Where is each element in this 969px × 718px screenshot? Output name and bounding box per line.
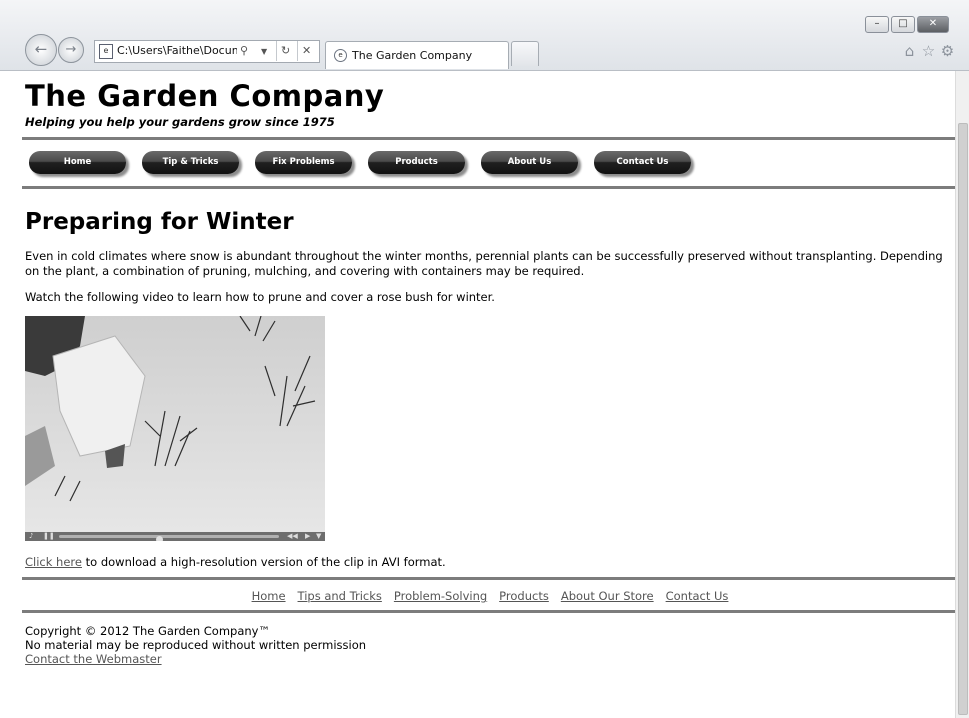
dropdown-icon[interactable]: ▼ <box>261 42 267 62</box>
tab-label: The Garden Company <box>352 49 473 62</box>
video-intro-paragraph: Watch the following video to learn how t… <box>25 290 495 304</box>
webmaster-link[interactable]: Contact the Webmaster <box>25 652 955 666</box>
nav-divider <box>22 186 955 189</box>
menu-icon[interactable]: ▼ <box>316 532 321 541</box>
window-controls: – □ ✕ <box>863 16 949 33</box>
copyright-text: Copyright © 2012 The Garden Company™ <box>25 624 270 638</box>
tab-page-icon: e <box>334 49 347 62</box>
minimize-button[interactable]: – <box>865 16 889 33</box>
favorites-icon[interactable]: ☆ <box>919 42 938 60</box>
video-seek-bar[interactable] <box>59 535 279 541</box>
page-content: The Garden Company Helping you help your… <box>0 71 955 718</box>
address-bar[interactable]: e C:\Users\Faithe\Docum ⚲ ▼ ↻ ✕ <box>94 40 320 63</box>
scrollbar-thumb[interactable] <box>958 123 968 715</box>
volume-icon[interactable]: ♪ <box>29 532 33 541</box>
reproduction-notice: No material may be reproduced without wr… <box>25 638 367 652</box>
browser-chrome: – □ ✕ ← → e C:\Users\Faithe\Docum ⚲ ▼ ↻ … <box>0 0 969 71</box>
refresh-icon[interactable]: ↻ <box>276 41 290 61</box>
tab-the-garden-company[interactable]: e The Garden Company <box>325 41 509 69</box>
page-heading: Preparing for Winter <box>25 209 294 235</box>
nav-products-button[interactable]: Products <box>368 151 465 174</box>
footer-link-tips[interactable]: Tips and Tricks <box>298 589 382 603</box>
stop-icon[interactable]: ✕ <box>297 41 311 61</box>
download-link[interactable]: Click here <box>25 555 82 569</box>
forward-icon[interactable]: → <box>58 37 84 63</box>
back-icon[interactable]: ← <box>25 34 57 66</box>
copyright-block: Copyright © 2012 The Garden Company™ No … <box>25 624 955 666</box>
download-text: to download a high-resolution version of… <box>81 555 446 569</box>
main-nav: Home Tip & Tricks Fix Problems Products … <box>25 140 955 186</box>
footer-nav: Home Tips and Tricks Problem-Solving Pro… <box>25 580 955 610</box>
footer-link-products[interactable]: Products <box>499 589 549 603</box>
search-icon[interactable]: ⚲ <box>240 41 248 61</box>
new-tab-button[interactable] <box>511 41 539 66</box>
footer-divider-bottom <box>22 610 955 613</box>
nav-tips-button[interactable]: Tip & Tricks <box>142 151 239 174</box>
intro-paragraph: Even in cold climates where snow is abun… <box>25 249 943 278</box>
close-button[interactable]: ✕ <box>917 16 949 33</box>
vertical-scrollbar[interactable] <box>955 71 969 718</box>
forward-icon[interactable]: ▶ <box>305 532 310 541</box>
download-line: Click here to download a high-resolution… <box>25 555 955 569</box>
maximize-button[interactable]: □ <box>891 16 915 33</box>
video-player[interactable]: ♪ ❚❚ ◀◀ ▶ ▼ <box>25 316 325 541</box>
footer-link-about[interactable]: About Our Store <box>561 589 654 603</box>
footer-link-problem-solving[interactable]: Problem-Solving <box>394 589 487 603</box>
nav-contact-button[interactable]: Contact Us <box>594 151 691 174</box>
seek-handle[interactable] <box>156 536 163 541</box>
nav-fix-problems-button[interactable]: Fix Problems <box>255 151 352 174</box>
site-title: The Garden Company <box>25 79 385 113</box>
video-controls: ♪ ❚❚ ◀◀ ▶ ▼ <box>25 532 325 541</box>
nav-home-button[interactable]: Home <box>29 151 126 174</box>
toolbar-icons: ⌂ ☆ ⚙ <box>900 42 957 60</box>
rewind-icon[interactable]: ◀◀ <box>287 532 298 541</box>
pause-icon[interactable]: ❚❚ <box>43 532 55 541</box>
nav-about-button[interactable]: About Us <box>481 151 578 174</box>
home-icon[interactable]: ⌂ <box>900 42 919 60</box>
video-frame <box>25 316 325 532</box>
settings-icon[interactable]: ⚙ <box>938 42 957 60</box>
footer-link-contact[interactable]: Contact Us <box>666 589 729 603</box>
address-text[interactable]: C:\Users\Faithe\Docum <box>117 41 237 61</box>
footer-link-home[interactable]: Home <box>252 589 286 603</box>
page-icon: e <box>99 44 113 59</box>
site-tagline: Helping you help your gardens grow since… <box>25 115 335 129</box>
